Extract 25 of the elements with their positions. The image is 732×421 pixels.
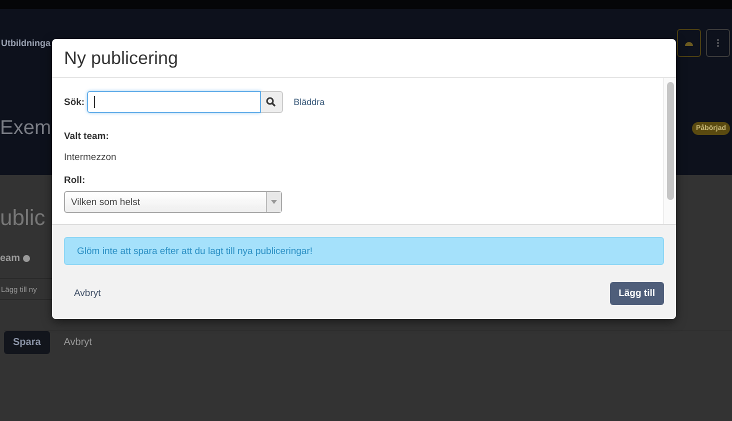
page-title: Exem (0, 117, 52, 140)
search-icon (266, 97, 276, 107)
role-dropdown[interactable]: Vilken som helst (64, 191, 282, 213)
add-button[interactable]: Lägg till (610, 282, 664, 305)
cancel-link[interactable]: Avbryt (74, 288, 101, 299)
browse-link[interactable]: Bläddra (294, 97, 325, 107)
info-alert: Glöm inte att spara efter att du lagt till nya publiceringar! (64, 237, 664, 265)
gauge-icon (684, 39, 694, 47)
cancel-link[interactable]: Avbryt (64, 337, 92, 348)
save-button[interactable]: Spara (4, 331, 50, 354)
caret-icon (271, 200, 277, 204)
role-label: Roll: (64, 175, 86, 186)
info-icon (23, 255, 30, 262)
dialog-title: Ny publicering (52, 39, 676, 78)
field-label: eam (0, 253, 20, 264)
team-value: Intermezzon (64, 152, 116, 163)
search-field[interactable] (86, 91, 261, 113)
search-button[interactable] (260, 91, 283, 113)
nav-link[interactable]: Utbildninga (1, 38, 50, 48)
gauge-button[interactable] (677, 29, 701, 57)
team-label: Valt team: (64, 131, 109, 142)
menu-button[interactable] (706, 29, 730, 57)
scrollbar-thumb[interactable] (666, 82, 674, 200)
search-label: Sök: (64, 96, 85, 108)
section-title: ublic (0, 205, 46, 231)
